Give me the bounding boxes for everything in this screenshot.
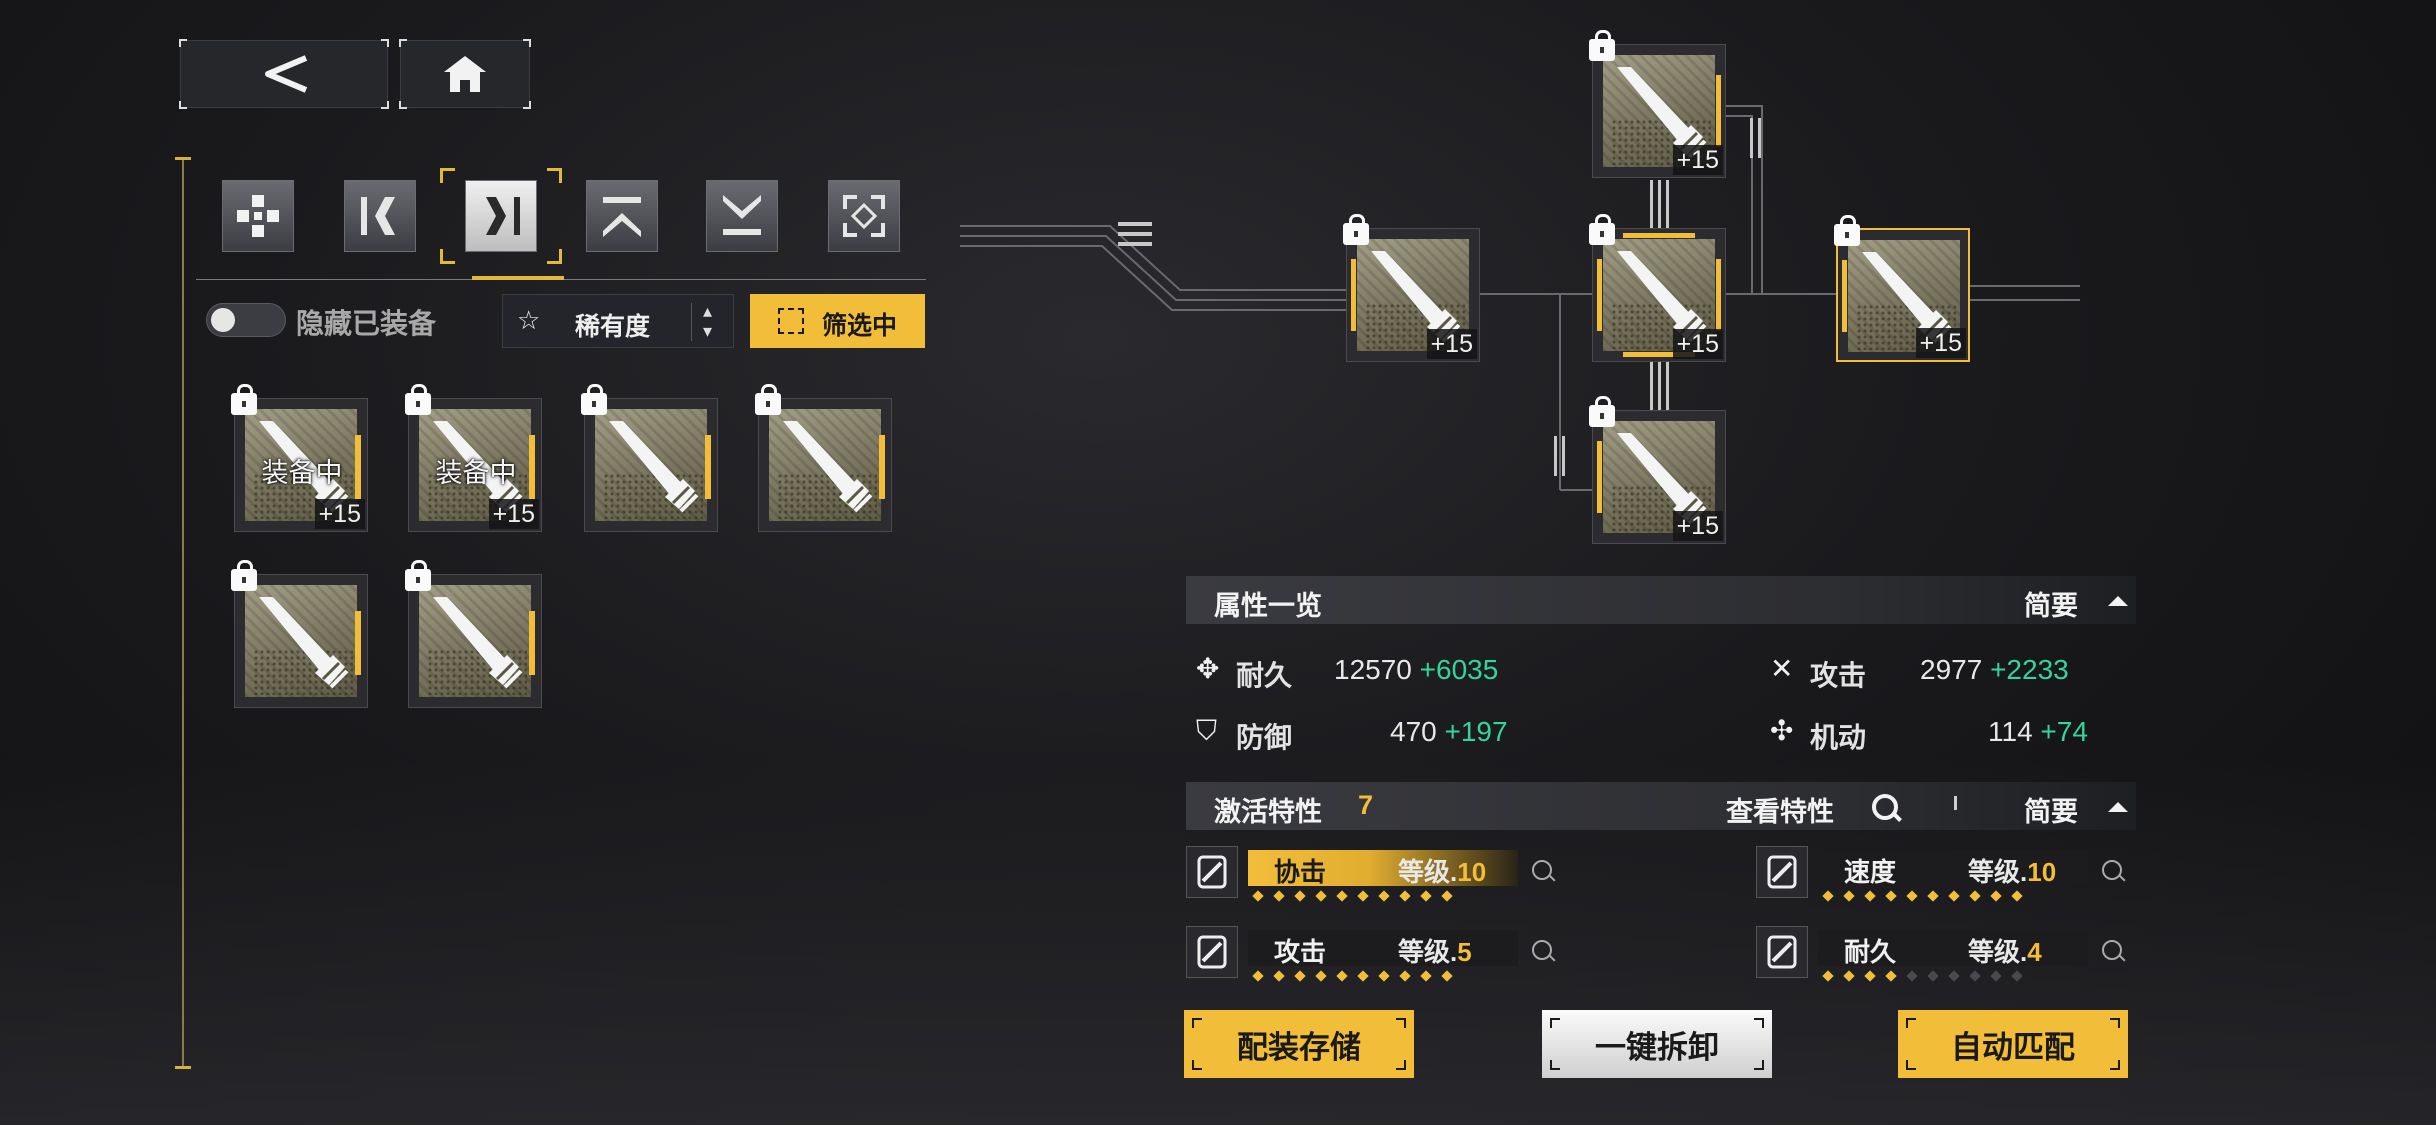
zoom-icon[interactable] <box>1532 940 1552 960</box>
zoom-icon[interactable] <box>2102 940 2122 960</box>
lock-icon <box>1343 214 1369 245</box>
lock-icon <box>1589 30 1615 61</box>
trait-name: 耐久 <box>1844 937 1897 967</box>
trait-item[interactable]: 协击 等级.10 <box>1186 846 1566 902</box>
card-level: +15 <box>1672 329 1723 359</box>
auto-match-button[interactable]: 自动匹配 <box>1898 1010 2128 1078</box>
traits-title: 激活特性 <box>1214 797 1322 827</box>
unequip-all-button[interactable]: 一键拆卸 <box>1542 1010 1772 1078</box>
trait-name: 速度 <box>1844 857 1897 887</box>
trait-level: 等级.5 <box>1398 937 1472 967</box>
attributes-title: 属性一览 <box>1214 591 1322 621</box>
traits-count: 7 <box>1358 790 1374 820</box>
durability-icon: ✥ <box>1196 653 1220 684</box>
attributes-header: 属性一览 简要 <box>1186 576 2136 624</box>
network-slot-left[interactable]: +15 <box>1343 214 1480 362</box>
traits-header: 激活特性 7 查看特性 简要 <box>1186 782 2136 830</box>
trait-name: 攻击 <box>1274 937 1327 967</box>
lock-icon <box>1834 215 1860 246</box>
trait-level: 等级.10 <box>1968 857 2057 887</box>
collapse-triangle-icon[interactable] <box>2108 596 2128 606</box>
trait-level: 等级.10 <box>1398 857 1487 887</box>
network-slot-center[interactable]: +15 <box>1589 214 1726 362</box>
attack-icon: ✕ <box>1770 653 1794 684</box>
network-slot-bottom[interactable]: +15 <box>1589 396 1726 544</box>
divider-tick <box>1954 796 1957 810</box>
zoom-icon[interactable] <box>2102 860 2122 880</box>
network-slot-right[interactable]: +15 <box>1834 215 1970 362</box>
mobility-icon: ✣ <box>1770 715 1794 746</box>
shield-icon: ⛉ <box>1196 715 1218 746</box>
combo-attack-icon <box>1186 846 1238 898</box>
card-level: +15 <box>1915 328 1966 358</box>
heart-icon <box>1756 926 1808 978</box>
card-level: +15 <box>1426 329 1477 359</box>
view-traits-button[interactable]: 查看特性 <box>1726 790 1834 829</box>
card-level: +15 <box>1672 511 1723 541</box>
trait-level: 等级.4 <box>1968 937 2042 967</box>
trait-item[interactable]: 攻击 等级.5 <box>1186 926 1566 982</box>
trait-progress <box>1822 890 2084 902</box>
trait-progress <box>1252 970 1514 982</box>
lock-icon <box>1589 214 1615 245</box>
attack-tower-icon <box>1186 926 1238 978</box>
lock-icon <box>1589 396 1615 427</box>
card-level: +15 <box>1672 145 1723 175</box>
network-slot-top[interactable]: +15 <box>1589 30 1726 178</box>
speed-icon <box>1756 846 1808 898</box>
trait-item[interactable]: 耐久 等级.4 <box>1756 926 2136 982</box>
trait-progress <box>1252 890 1514 902</box>
trait-progress <box>1822 970 2084 982</box>
collapse-triangle-icon[interactable] <box>2108 802 2128 812</box>
traits-brief-toggle[interactable]: 简要 <box>2024 790 2078 829</box>
attributes-brief-toggle[interactable]: 简要 <box>2024 584 2078 623</box>
trait-name: 协击 <box>1274 857 1327 887</box>
magnifier-icon[interactable] <box>1872 794 1898 820</box>
save-loadout-button[interactable]: 配装存储 <box>1184 1010 1414 1078</box>
zoom-icon[interactable] <box>1532 860 1552 880</box>
trait-item[interactable]: 速度 等级.10 <box>1756 846 2136 902</box>
